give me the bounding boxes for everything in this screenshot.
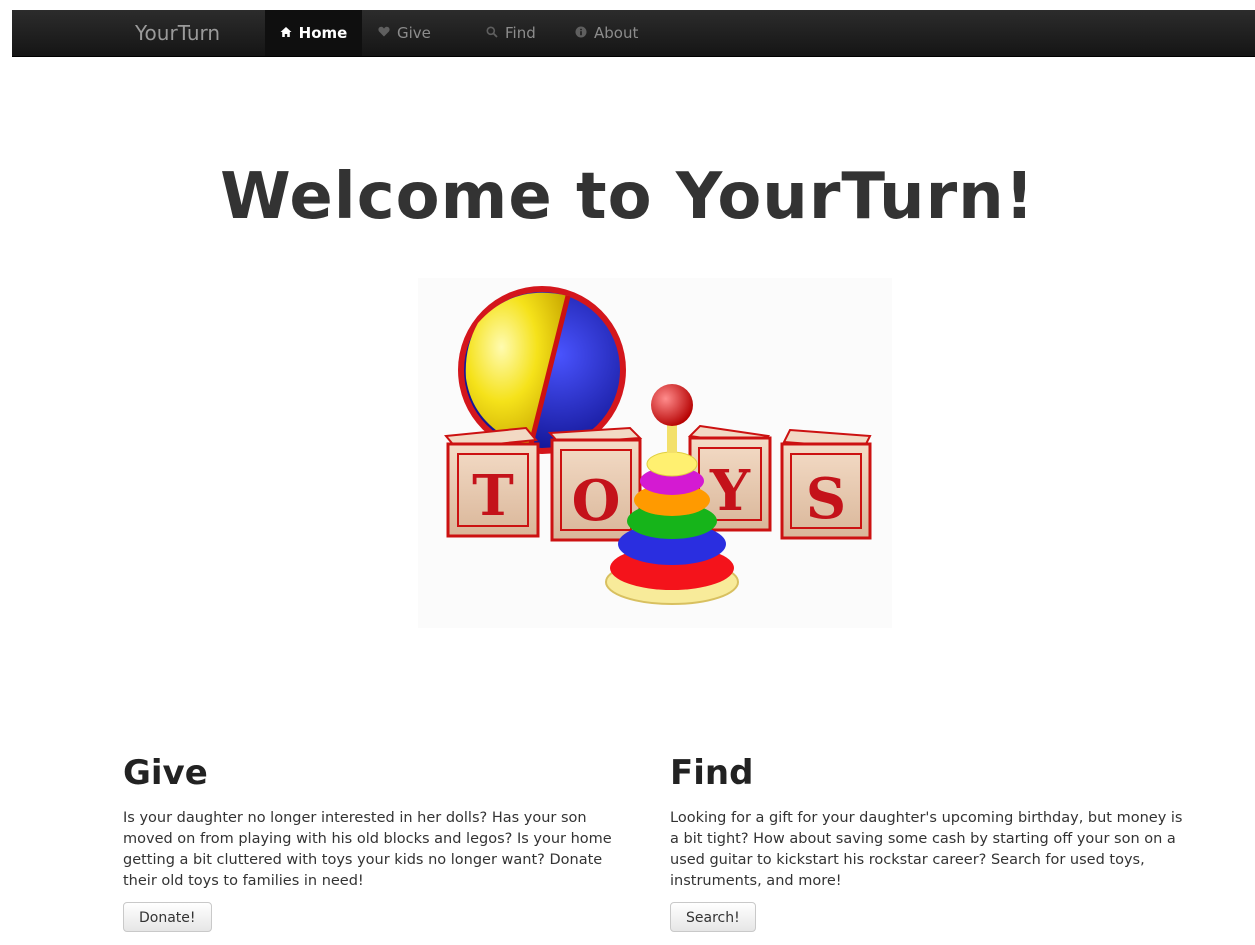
nav-give-label: Give [397,24,431,42]
nav-about[interactable]: About [575,10,638,56]
block-letter: O [572,468,621,534]
give-heading: Give [123,753,208,793]
find-description: Looking for a gift for your daughter's u… [670,810,1183,889]
nav-home[interactable]: Home [265,10,362,56]
find-section: Find Looking for a gift for your daughte… [670,748,1190,932]
block-s: S [780,428,872,540]
donate-button[interactable]: Donate! [123,902,212,932]
search-icon [486,26,498,41]
block-letter: S [806,466,846,532]
nav-give[interactable]: Give [378,10,431,56]
give-description: Is your daughter no longer interested in… [123,810,612,889]
nav-find-label: Find [505,24,536,42]
toys-image: T O Y S [418,278,892,628]
block-o: O [547,426,643,542]
heart-icon [378,26,390,40]
ball-graphic [458,286,626,454]
nav-about-label: About [594,24,639,42]
block-letter: T [472,463,514,529]
top-navbar: YourTurn Home Give Find About [12,10,1255,57]
give-section: Give Is your daughter no longer interest… [123,748,643,932]
home-icon [280,26,292,41]
block-t: T [444,426,540,538]
hero-title: Welcome to YourTurn! [220,160,1035,234]
nav-find[interactable]: Find [486,10,536,56]
nav-home-label: Home [298,24,348,42]
brand-logo[interactable]: YourTurn [135,21,220,45]
search-button[interactable]: Search! [670,902,756,932]
block-letter: Y [709,458,751,524]
find-heading: Find [670,753,754,793]
info-icon [575,26,587,41]
